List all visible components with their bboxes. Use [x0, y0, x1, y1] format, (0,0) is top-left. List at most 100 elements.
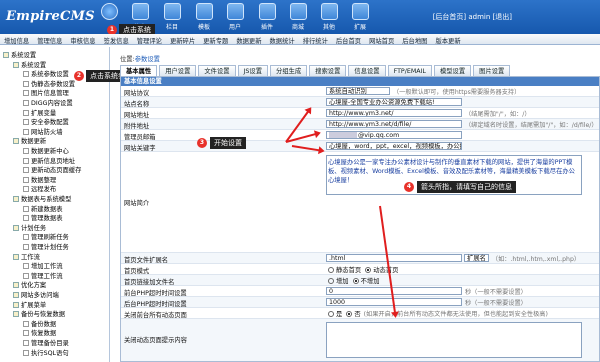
- redacted-block: [329, 132, 357, 138]
- page-icon: [23, 320, 29, 327]
- tree-label: 图片信息管理: [31, 90, 69, 98]
- tree-item[interactable]: 扩展菜单: [13, 301, 46, 310]
- user-icon: [226, 3, 244, 20]
- quick-version[interactable]: 版本更新: [431, 34, 460, 44]
- nav-user[interactable]: 用户: [223, 2, 247, 32]
- fileext-input[interactable]: .html: [326, 254, 462, 262]
- quick-comments[interactable]: 管理评论: [133, 34, 162, 44]
- quick-fragments[interactable]: 更新碎片: [166, 34, 195, 44]
- nav-plugin[interactable]: 插件: [255, 2, 279, 32]
- tree-label: 计划任务: [21, 224, 47, 232]
- tree-item[interactable]: 优化方案: [13, 282, 46, 290]
- breadcrumb-link[interactable]: 参数设置: [135, 56, 160, 63]
- closemsg-textarea[interactable]: [326, 322, 582, 358]
- page-icon: [23, 244, 29, 250]
- page-icon: [23, 176, 29, 183]
- tree-label: 优化方案: [21, 282, 47, 290]
- radio-static-home[interactable]: [328, 267, 334, 273]
- top-links[interactable]: [后台首页] admin [退出]: [433, 12, 512, 22]
- tree-item[interactable]: 执行SQL语句: [23, 349, 69, 358]
- tree-item[interactable]: 系统参数设置: [23, 71, 69, 79]
- siteurl-input[interactable]: http://www.ym3.net/: [326, 109, 462, 117]
- tree-label: 伪静态参数设置: [31, 80, 76, 88]
- quick-add-info[interactable]: 增加信息: [0, 34, 29, 44]
- tab-ftp[interactable]: FTP/EMAIL: [387, 65, 432, 76]
- sitename-input[interactable]: 心境屋-全国专业办公资源免费下载站!: [326, 98, 462, 106]
- tab-basic[interactable]: 基本属性: [120, 65, 158, 76]
- fileext-select[interactable]: 扩展名: [464, 254, 489, 262]
- tree-item[interactable]: 远程发布: [23, 186, 56, 194]
- tab-info[interactable]: 信息设置: [348, 65, 386, 76]
- tree-item[interactable]: 更新动态页面缓存: [23, 167, 81, 175]
- radio-no-filename[interactable]: [352, 278, 359, 284]
- row-fileext: 首页文件扩展名 .html 扩展名 （如：.html,.htm,.xml,.php…: [121, 253, 599, 264]
- nav-shop[interactable]: 商城: [286, 2, 310, 32]
- keywords-input[interactable]: 心境屋，word，ppt，excel，视频模板，办公技: [326, 142, 462, 150]
- tree-item[interactable]: 图片信息管理: [23, 90, 69, 98]
- tab-model[interactable]: 模型设置: [433, 65, 472, 76]
- page-icon: [23, 109, 29, 116]
- tree-item[interactable]: 管理计划任务: [23, 244, 69, 252]
- tree-item[interactable]: 工作流: [13, 253, 40, 262]
- nav-other[interactable]: 其他: [317, 2, 341, 32]
- radio-label: 增加: [336, 278, 349, 285]
- tab-user[interactable]: 用户设置: [159, 65, 197, 76]
- nav-extend[interactable]: 扩展: [348, 2, 372, 32]
- nav-template[interactable]: 模板: [192, 2, 216, 32]
- row-backphp: 后台PHP超时时间设置 1000 秒（一般不需要设置）: [121, 297, 599, 308]
- radio-close-yes[interactable]: [328, 311, 334, 317]
- quick-admin-map[interactable]: 后台地图: [398, 34, 427, 44]
- tree-item[interactable]: 增加工作流: [23, 263, 62, 271]
- tab-search[interactable]: 搜索设置: [309, 65, 347, 76]
- tree-item[interactable]: 数据更新中心: [23, 148, 69, 156]
- tree-item[interactable]: 扩展变量: [23, 109, 56, 118]
- protocol-select[interactable]: 系统自动识别: [326, 87, 390, 95]
- quick-audit-info[interactable]: 审核信息: [66, 34, 95, 44]
- tree-item[interactable]: 管理刷新任务: [23, 234, 69, 242]
- folder-icon: [13, 138, 19, 145]
- quick-data-update[interactable]: 数据更新: [232, 34, 261, 44]
- tree-item[interactable]: 系统设置: [13, 61, 46, 70]
- tree-item[interactable]: 计划任务: [13, 224, 47, 233]
- tree-item[interactable]: 数据更新: [13, 138, 46, 146]
- tree-item[interactable]: 管理工作流: [23, 272, 62, 281]
- tab-file[interactable]: 文件设置: [198, 65, 236, 76]
- tree-item[interactable]: 系统设置: [3, 52, 36, 60]
- quick-manage-info[interactable]: 管理信息: [33, 34, 62, 44]
- quick-site-home[interactable]: 网站首页: [365, 34, 394, 44]
- tree-item[interactable]: 备份数据: [23, 320, 56, 329]
- tab-js[interactable]: JS设置: [237, 65, 269, 76]
- tree-label: 网站防火墙: [31, 128, 63, 136]
- email-input[interactable]: @vip.qq.com: [326, 131, 462, 139]
- nav-column[interactable]: 栏目: [160, 2, 184, 32]
- form-header: 基本信息设置: [121, 77, 599, 86]
- tree-item[interactable]: 网站多访问端: [13, 292, 59, 300]
- tree-item[interactable]: 管理数据表: [23, 215, 62, 223]
- field-label: 网站协议: [124, 90, 150, 97]
- frontphp-input[interactable]: 0: [326, 287, 462, 295]
- tree-item[interactable]: 数据整理: [23, 176, 56, 185]
- radio-dynamic-home[interactable]: [365, 267, 372, 273]
- tree-item[interactable]: 恢复数据: [23, 330, 56, 338]
- tree-item[interactable]: 数据表与系统模型: [13, 196, 71, 204]
- tree-item[interactable]: 管理备份目录: [23, 340, 69, 348]
- radio-add-filename[interactable]: [328, 278, 334, 284]
- quick-topics[interactable]: 更新专题: [199, 34, 228, 44]
- attachurl-input[interactable]: http://www.ym3.net/d/file/: [326, 120, 462, 128]
- tree-item[interactable]: 网站防火墙: [23, 128, 63, 137]
- tree-item[interactable]: 备份与恢复数据: [13, 311, 65, 319]
- quick-sign-info[interactable]: 签发信息: [100, 34, 129, 44]
- quick-admin-home[interactable]: 后台首页: [332, 34, 361, 44]
- page-icon: [23, 128, 29, 135]
- quick-rank[interactable]: 排行统计: [299, 34, 328, 44]
- tree-item[interactable]: 更新信息页地址: [23, 157, 75, 166]
- tab-image[interactable]: 图片设置: [473, 65, 511, 76]
- radio-close-no[interactable]: [346, 311, 353, 317]
- tree-item[interactable]: DIGG内容设置: [23, 100, 73, 108]
- callout-4: 箭头所指，请填写自己的信息: [417, 181, 516, 193]
- tree-item[interactable]: 伪静态参数设置: [23, 80, 76, 89]
- tree-item[interactable]: 新建数据表: [23, 205, 62, 214]
- tree-item[interactable]: 安全参数配置: [23, 119, 69, 127]
- quick-stats[interactable]: 数据统计: [266, 34, 295, 44]
- tab-group[interactable]: 分组生成: [270, 65, 308, 76]
